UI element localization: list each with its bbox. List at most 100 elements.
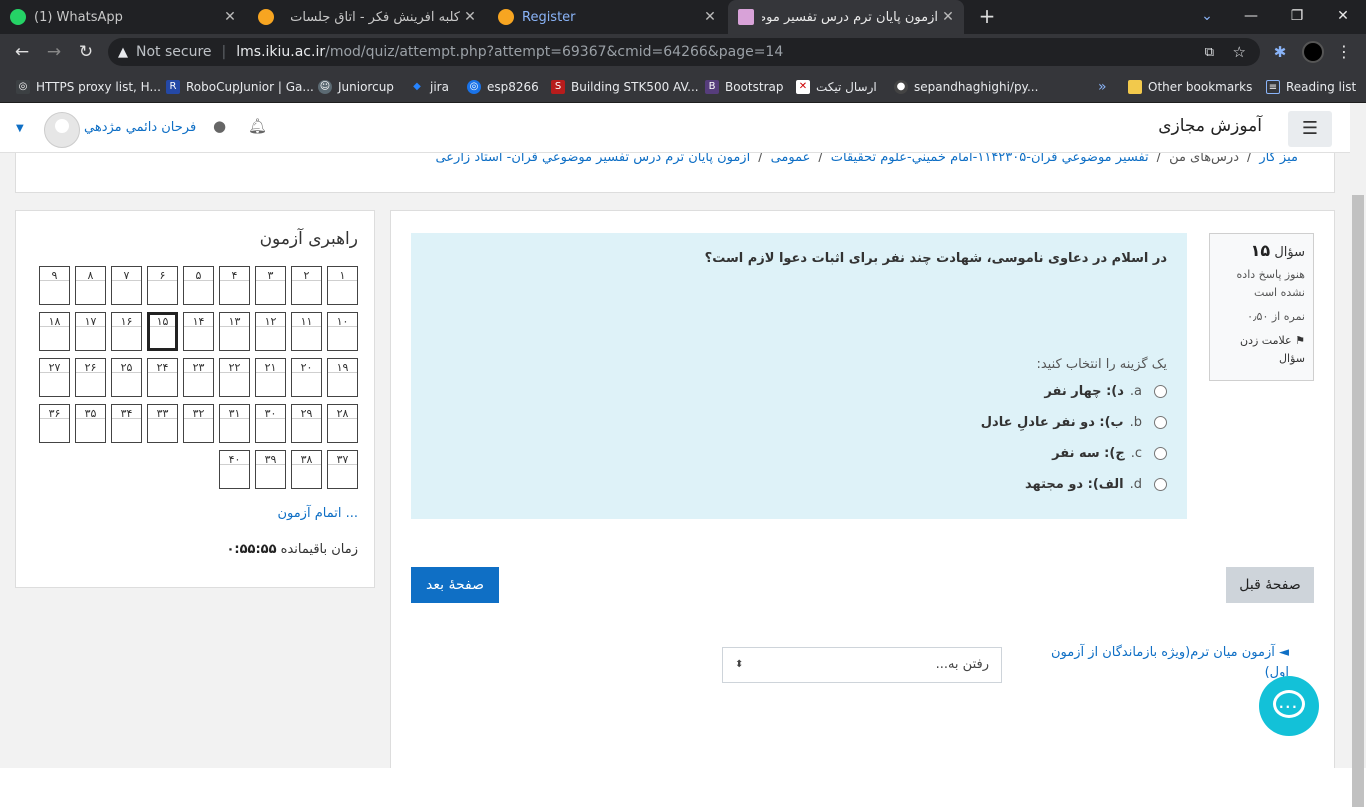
close-icon[interactable]: ✕ (460, 9, 480, 25)
quiz-nav-question-button[interactable]: ۳۹ (255, 450, 286, 489)
quiz-nav-question-button[interactable]: ۳۷ (327, 450, 358, 489)
bookmark-ticket[interactable]: ✕ ارسال تیکت (796, 77, 877, 97)
chat-icon[interactable]: ● (213, 117, 226, 135)
quiz-nav-question-button[interactable]: ۸ (75, 266, 106, 305)
quiz-nav-question-button[interactable]: ۱۷ (75, 312, 106, 351)
quiz-nav-question-button[interactable]: ۳۸ (291, 450, 322, 489)
window-close-icon[interactable]: ✕ (1320, 0, 1366, 34)
radio-a[interactable] (1154, 384, 1167, 398)
quiz-nav-question-button[interactable]: ۲۲ (219, 358, 250, 397)
tab-search-icon[interactable]: ⌄ (1184, 0, 1230, 34)
bookmark-proxy-list[interactable]: ◎ HTTPS proxy list, H... (16, 77, 161, 97)
bookmark-github[interactable]: ● sepandhaghighi/py... (894, 77, 1038, 97)
quiz-nav-question-button[interactable]: ۲۸ (327, 404, 358, 443)
chevron-down-icon[interactable]: ▼ (16, 123, 24, 134)
bookmark-robocup[interactable]: R RoboCupJunior | Ga... (166, 77, 314, 97)
quiz-nav-question-button[interactable]: ۲۱ (255, 358, 286, 397)
bookmark-stk500[interactable]: S Building STK500 AV... (551, 77, 699, 97)
quiz-nav-question-button[interactable]: ۲۵ (111, 358, 142, 397)
radio-c[interactable] (1154, 446, 1167, 460)
bookmark-jira[interactable]: ◆ jira (410, 77, 449, 97)
menu-toggle-icon[interactable]: ☰ (1288, 111, 1332, 147)
quiz-nav-question-button[interactable]: ۱۰ (327, 312, 358, 351)
user-name[interactable]: فرحان دائمي مژدهي (84, 120, 196, 135)
tab-whatsapp[interactable]: (1) WhatsApp ✕ (0, 0, 246, 34)
close-icon[interactable]: ✕ (938, 9, 958, 25)
url-field[interactable]: ▲ Not secure | lms.ikiu.ac.ir /mod/quiz/… (108, 38, 1260, 66)
previous-activity-link[interactable]: ◄ آزمون میان ترم(ویژه بازماندگان از آزمو… (1049, 643, 1289, 683)
quiz-nav-question-button[interactable]: ۳۳ (147, 404, 178, 443)
tab-register[interactable]: Register ✕ (488, 0, 726, 34)
quiz-nav-question-button[interactable]: ۵ (183, 266, 214, 305)
quiz-nav-question-button[interactable]: ۳۴ (111, 404, 142, 443)
answer-option-b[interactable]: b. ب): دو نفر عادلِ عادل (981, 412, 1167, 432)
profile-avatar[interactable] (1302, 41, 1324, 63)
tab-meeting-room[interactable]: کلبه آفرینش فکر - اتاق جلسات ✕ (248, 0, 486, 34)
option-text: ج): سه نفر (1052, 445, 1125, 461)
quiz-nav-question-button[interactable]: ۱۳ (219, 312, 250, 351)
bookmark-esp8266[interactable]: ◎ esp8266 (467, 77, 539, 97)
quiz-nav-question-button[interactable]: ۴ (219, 266, 250, 305)
quiz-nav-question-button[interactable]: ۳۱ (219, 404, 250, 443)
jump-to-select[interactable]: رفتن به... ⬍ (722, 647, 1002, 683)
quiz-nav-question-button[interactable]: ۲۹ (291, 404, 322, 443)
star-icon[interactable]: ☆ (1233, 43, 1246, 61)
previous-page-button[interactable]: صفحهٔ قبل (1226, 567, 1314, 603)
reload-icon[interactable]: ↻ (76, 42, 96, 62)
translate-icon[interactable]: ⧉ (1205, 45, 1214, 60)
quiz-nav-question-button[interactable]: ۹ (39, 266, 70, 305)
next-page-button[interactable]: صفحهٔ بعد (411, 567, 499, 603)
quiz-nav-question-button[interactable]: ۲۷ (39, 358, 70, 397)
close-icon[interactable]: ✕ (220, 9, 240, 25)
page-scrollbar[interactable] (1350, 103, 1366, 807)
extensions-icon[interactable]: ✱ (1270, 43, 1290, 63)
quiz-nav-question-button[interactable]: ۲۳ (183, 358, 214, 397)
bookmarks-overflow-button[interactable]: » (1098, 77, 1107, 97)
scrollbar-thumb[interactable] (1352, 195, 1364, 807)
site-name[interactable]: آموزش مجازی (1158, 116, 1262, 136)
quiz-nav-question-button[interactable]: ۲۶ (75, 358, 106, 397)
other-bookmarks[interactable]: Other bookmarks (1128, 77, 1252, 97)
chat-support-button[interactable]: ··· (1259, 676, 1319, 736)
quiz-nav-question-button[interactable]: ۳۰ (255, 404, 286, 443)
quiz-nav-question-button[interactable]: ۶ (147, 266, 178, 305)
flag-question[interactable]: ⚑ علامت زدن سؤال (1218, 332, 1305, 368)
bell-icon[interactable]: 🔔︎ (248, 117, 267, 135)
quiz-nav-question-button[interactable]: ۳۲ (183, 404, 214, 443)
quiz-nav-question-button[interactable]: ۱۲ (255, 312, 286, 351)
close-icon[interactable]: ✕ (700, 9, 720, 25)
restore-icon[interactable]: ❐ (1274, 0, 1320, 34)
quiz-nav-question-button[interactable]: ۱۶ (111, 312, 142, 351)
quiz-nav-question-button[interactable]: ۴۰ (219, 450, 250, 489)
quiz-nav-question-button[interactable]: ۳۵ (75, 404, 106, 443)
bookmark-juniorcup[interactable]: ☺ Juniorcup (318, 77, 394, 97)
more-menu-icon[interactable]: ⋮ (1336, 42, 1352, 61)
quiz-nav-question-button[interactable]: ۲۴ (147, 358, 178, 397)
back-icon[interactable]: ← (12, 42, 32, 62)
reading-list[interactable]: ≡ Reading list (1266, 77, 1356, 97)
radio-d[interactable] (1154, 477, 1167, 491)
tab-final-exam[interactable]: آزمون پایان ترم درس تفسیر موضوعی ✕ (728, 0, 964, 34)
url-path: /mod/quiz/attempt.php?attempt=69367&cmid… (325, 44, 784, 60)
answer-option-d[interactable]: d. الف): دو مجتهد (1025, 474, 1167, 494)
quiz-nav-question-button[interactable]: ۱۱ (291, 312, 322, 351)
quiz-nav-question-button[interactable]: ۳ (255, 266, 286, 305)
quiz-nav-question-button[interactable]: ۱۴ (183, 312, 214, 351)
minimize-icon[interactable]: — (1228, 0, 1274, 34)
quiz-nav-question-button[interactable]: ۱۵ (147, 312, 178, 351)
quiz-nav-question-button[interactable]: ۷ (111, 266, 142, 305)
finish-attempt-link[interactable]: اتمام آزمون ... (277, 506, 358, 521)
quiz-nav-question-button[interactable]: ۲ (291, 266, 322, 305)
bookmark-bootstrap[interactable]: B Bootstrap (705, 77, 783, 97)
quiz-nav-question-button[interactable]: ۱۹ (327, 358, 358, 397)
quiz-nav-question-button[interactable]: ۲۰ (291, 358, 322, 397)
quiz-nav-question-button[interactable]: ۱۸ (39, 312, 70, 351)
radio-b[interactable] (1154, 415, 1167, 429)
answer-option-c[interactable]: c. ج): سه نفر (1052, 443, 1167, 463)
new-tab-icon[interactable]: + (976, 6, 998, 28)
quiz-nav-question-button[interactable]: ۳۶ (39, 404, 70, 443)
quiz-nav-question-button[interactable]: ۱ (327, 266, 358, 305)
forward-icon[interactable]: → (44, 42, 64, 62)
answer-option-a[interactable]: a. د): چهار نفر (1044, 381, 1167, 401)
avatar[interactable] (44, 112, 80, 148)
